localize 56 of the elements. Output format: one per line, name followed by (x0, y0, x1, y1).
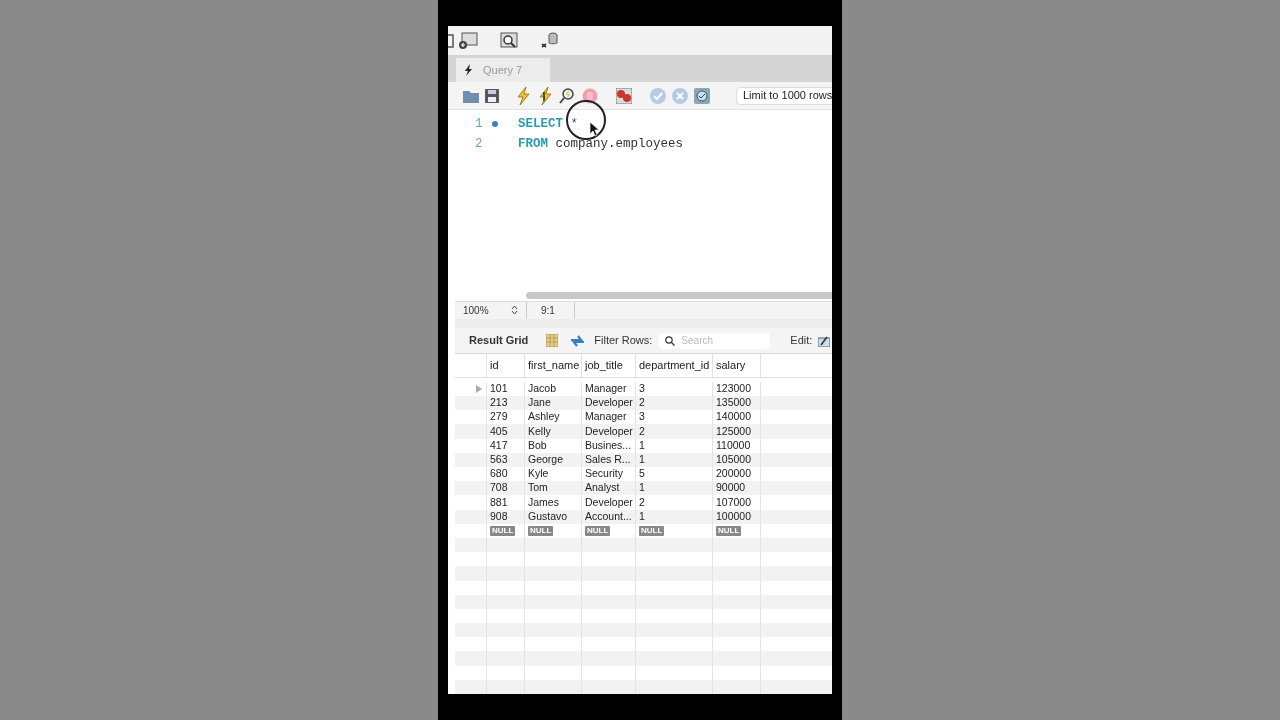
table-cell: 213 (486, 396, 524, 411)
null-badge: NULL (639, 525, 665, 536)
table-cell: James (524, 495, 581, 510)
table-cell: 405 (486, 424, 524, 439)
table-cell: 125000 (712, 424, 760, 439)
table-cell: 105000 (712, 452, 760, 467)
null-badge: NULL (490, 525, 516, 536)
table-cell: 417 (486, 438, 524, 453)
table-cell: 908 (486, 509, 524, 524)
line-number: 2 (475, 136, 484, 154)
table-cell: Account... (581, 509, 635, 524)
table-cell: Developer (581, 424, 635, 439)
table-cell: Analyst (581, 481, 635, 496)
table-cell: Bob (524, 438, 581, 453)
table-cell: 100000 (712, 509, 760, 524)
table-cell: 2 (635, 424, 712, 439)
column-header[interactable]: first_name (524, 353, 581, 377)
line-number: 1 (475, 116, 484, 134)
table-cell: 1 (635, 452, 712, 467)
table-cell: Kelly (524, 424, 581, 439)
table-cell: 1 (635, 438, 712, 453)
table-cell: 563 (486, 452, 524, 467)
search-field[interactable]: Search (659, 332, 771, 349)
table-cell: Gustavo (524, 509, 581, 524)
table-cell: Jane (524, 396, 581, 411)
result-grid-title: Result Grid (469, 333, 529, 349)
table-cell: 135000 (712, 396, 760, 411)
null-badge: NULL (716, 525, 742, 536)
null-badge: NULL (585, 525, 611, 536)
table-cell: Tom (524, 481, 581, 496)
table-cell: 1 (635, 509, 712, 524)
table-cell: 2 (635, 396, 712, 411)
table-cell: 107000 (712, 495, 760, 510)
code-line: SELECT * (518, 116, 579, 134)
column-header[interactable]: job_title (581, 353, 635, 377)
table-cell: 90000 (712, 481, 760, 496)
table-cell: 2 (635, 495, 712, 510)
table-cell: Sales R... (581, 452, 635, 467)
edit-label: Edit: (790, 333, 813, 349)
filter-label: Filter Rows: (594, 333, 653, 349)
table-cell: 110000 (712, 438, 760, 453)
column-header[interactable]: salary (712, 353, 760, 377)
table-cell: Developer (581, 495, 635, 510)
table-cell: 881 (486, 495, 524, 510)
table-cell: Developer (581, 396, 635, 411)
null-badge: NULL (528, 525, 554, 536)
table-cell: Busines... (581, 438, 635, 453)
table-cell: 1 (635, 481, 712, 496)
column-header[interactable]: id (486, 353, 524, 377)
cursor-position: 9:1 (527, 301, 575, 319)
column-header[interactable]: department_id (635, 353, 712, 377)
limit-select[interactable]: Limit to 1000 rows (736, 86, 832, 105)
zoom-select[interactable]: 100% (455, 301, 527, 319)
table-cell: George (524, 452, 581, 467)
table-cell: 708 (486, 481, 524, 496)
code-line: FROM company.employees (518, 136, 684, 154)
